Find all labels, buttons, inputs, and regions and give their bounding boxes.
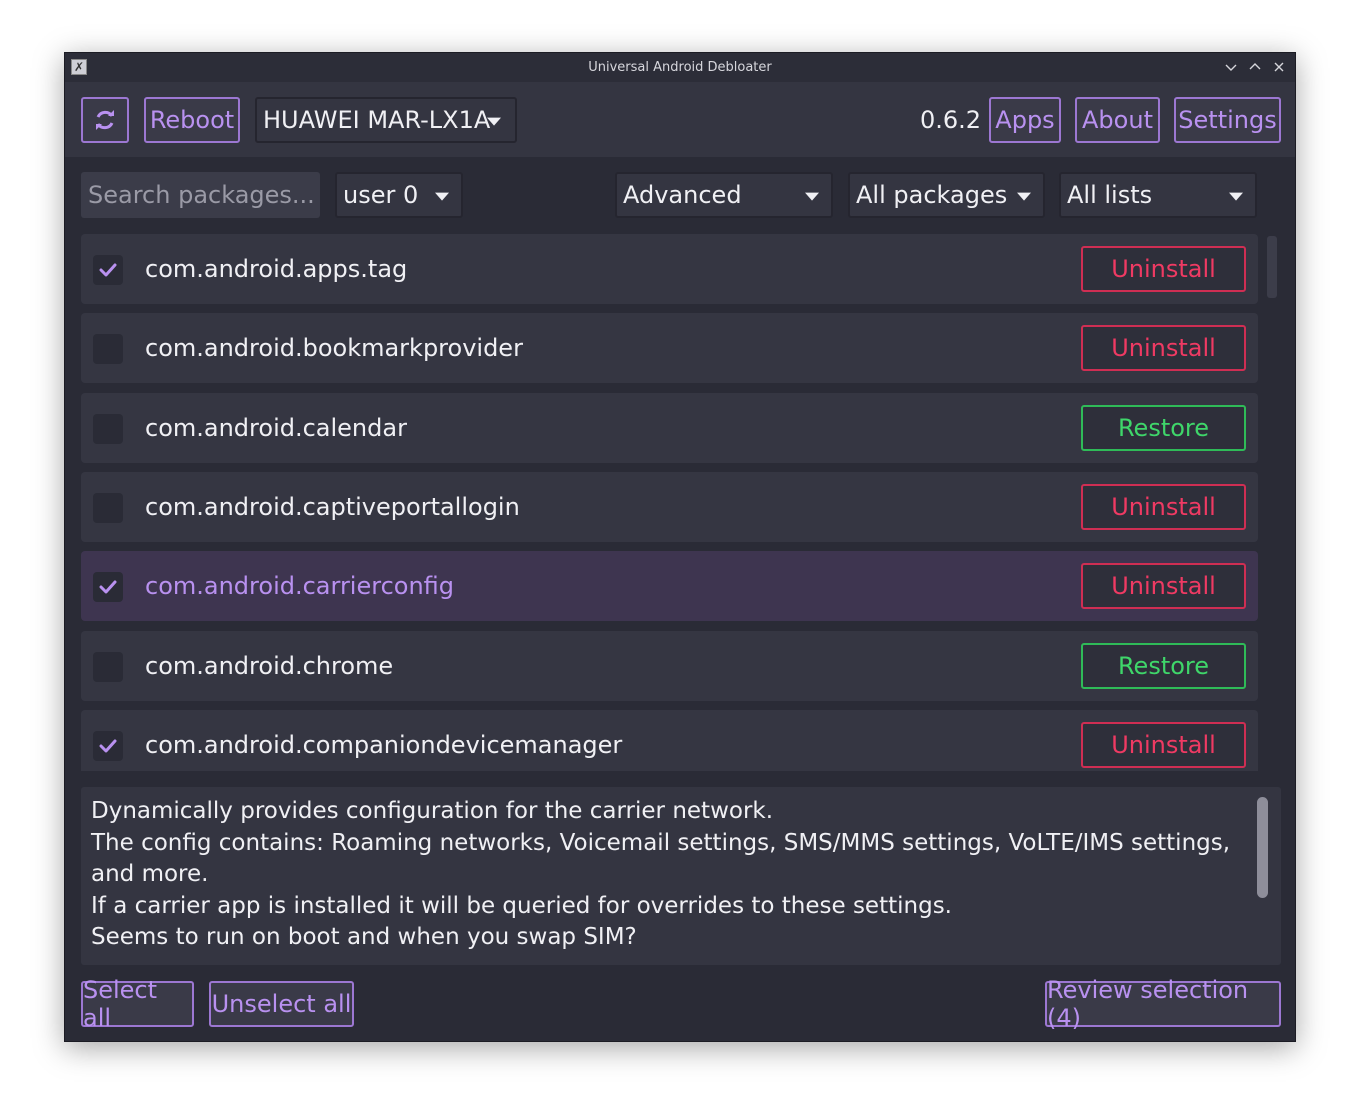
package-list: com.android.apps.tag Uninstall com.android… [81, 234, 1258, 771]
restore-button[interactable]: Restore [1081, 405, 1246, 451]
package-name: com.android.apps.tag [145, 255, 408, 283]
list-select[interactable]: All lists [1059, 172, 1257, 218]
review-selection-button[interactable]: Review selection (4) [1045, 976, 1281, 1032]
apps-button[interactable]: Apps [989, 97, 1061, 143]
x-icon: ✗ [71, 59, 87, 75]
chevron-down-icon [1225, 64, 1237, 71]
list-select-value: All lists [1067, 181, 1153, 209]
package-row[interactable]: com.android.chrome Restore [81, 631, 1258, 701]
caret-down-icon [435, 192, 449, 201]
package-name: com.android.calendar [145, 414, 407, 442]
refresh-icon [96, 110, 114, 130]
package-checkbox[interactable] [93, 652, 123, 682]
package-name: com.android.companiondevicemanager [145, 731, 623, 759]
device-select[interactable]: HUAWEI MAR-LX1A [255, 97, 517, 143]
description-line: Seems to run on boot and when you swap S… [91, 924, 637, 950]
package-name: com.android.carrierconfig [145, 572, 455, 600]
unselect-all-button[interactable]: Unselect all [209, 981, 354, 1027]
settings-button[interactable]: Settings [1174, 97, 1281, 143]
window-controls [1221, 57, 1289, 77]
title-bar: ✗ Universal Android Debloater [65, 53, 1295, 82]
removal-select-value: Advanced [623, 181, 742, 209]
package-name: com.android.bookmarkprovider [145, 334, 523, 362]
package-checkbox[interactable] [93, 572, 123, 602]
caret-down-icon [487, 117, 501, 126]
caret-down-icon [805, 192, 819, 201]
device-select-value: HUAWEI MAR-LX1A [263, 106, 491, 134]
close-icon [1274, 62, 1284, 72]
package-checkbox[interactable] [93, 731, 123, 761]
uninstall-button[interactable]: Uninstall [1081, 563, 1246, 609]
user-select-value: user 0 [343, 181, 419, 209]
search-input[interactable] [81, 172, 320, 218]
package-row[interactable]: com.android.bookmarkprovider Uninstall [81, 313, 1258, 383]
caret-down-icon [1229, 192, 1243, 201]
uninstall-button[interactable]: Uninstall [1081, 722, 1246, 768]
package-row[interactable]: com.android.carrierconfig Uninstall [81, 551, 1258, 621]
select-all-button[interactable]: Select all [81, 976, 194, 1032]
window-title: Universal Android Debloater [588, 60, 772, 75]
package-row[interactable]: com.android.apps.tag Uninstall [81, 234, 1258, 304]
uninstall-button[interactable]: Uninstall [1081, 325, 1246, 371]
uninstall-button[interactable]: Uninstall [1081, 246, 1246, 292]
restore-button[interactable]: Restore [1081, 643, 1246, 689]
version-label: 0.6.2 [920, 105, 982, 134]
uninstall-button[interactable]: Uninstall [1081, 484, 1246, 530]
app-window: ✗ Universal Android Debloater Reboot HUA… [64, 52, 1296, 1042]
refresh-button[interactable] [81, 97, 129, 143]
package-name: com.android.captiveportallogin [145, 493, 520, 521]
description-line: The config contains: Roaming networks, V… [91, 829, 1231, 888]
caret-down-icon [1017, 192, 1031, 201]
state-select-value: All packages [856, 181, 1008, 209]
check-icon [99, 263, 117, 277]
package-list-scrollbar[interactable] [1267, 236, 1277, 298]
package-description: Dynamically provides configuration for t… [81, 787, 1281, 965]
chevron-up-icon [1249, 63, 1261, 70]
package-checkbox[interactable] [93, 334, 123, 364]
check-icon [99, 739, 117, 753]
package-name: com.android.chrome [145, 652, 394, 680]
package-checkbox[interactable] [93, 255, 123, 285]
maximize-button[interactable] [1245, 57, 1265, 77]
reboot-button[interactable]: Reboot [144, 97, 240, 143]
minimize-button[interactable] [1221, 57, 1241, 77]
package-checkbox[interactable] [93, 414, 123, 444]
package-row[interactable]: com.android.companiondevicemanager Uninst… [81, 710, 1258, 771]
package-checkbox[interactable] [93, 493, 123, 523]
check-icon [99, 580, 117, 594]
user-select[interactable]: user 0 [335, 172, 463, 218]
removal-select[interactable]: Advanced [615, 172, 833, 218]
state-select[interactable]: All packages [848, 172, 1045, 218]
description-line: Dynamically provides configuration for t… [91, 798, 774, 824]
package-row[interactable]: com.android.calendar Restore [81, 393, 1258, 463]
about-button[interactable]: About [1075, 97, 1160, 143]
description-line: If a carrier app is installed it will be… [91, 892, 952, 919]
close-button[interactable] [1269, 57, 1289, 77]
top-toolbar: Reboot HUAWEI MAR-LX1A 0.6.2 Apps About … [65, 82, 1295, 157]
package-row[interactable]: com.android.captiveportallogin Uninstall [81, 472, 1258, 542]
description-scrollbar[interactable] [1257, 797, 1268, 898]
